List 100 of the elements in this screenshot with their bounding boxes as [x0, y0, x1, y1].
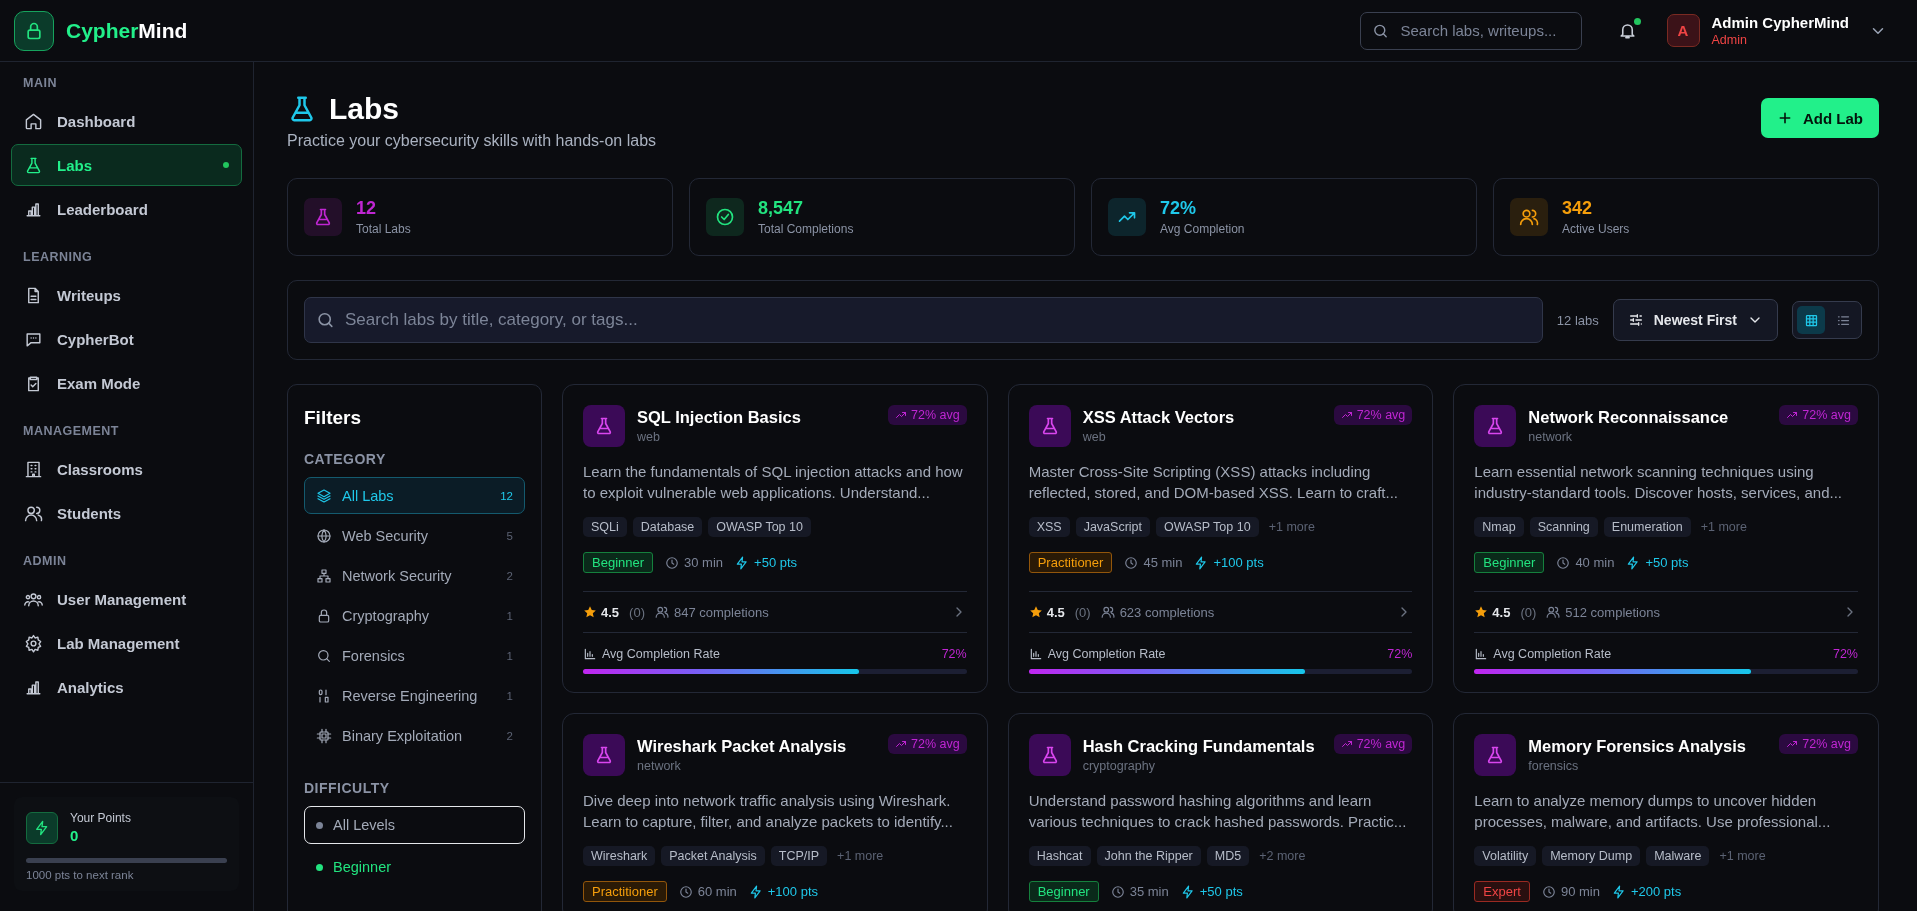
- sliders-icon: [1627, 312, 1644, 328]
- difficulty-badge: Beginner: [1028, 881, 1099, 902]
- sort-dropdown[interactable]: Newest First: [1612, 299, 1778, 341]
- category-count: 1: [506, 689, 513, 702]
- section-label: MAIN: [22, 76, 58, 90]
- lab-duration: 60 min: [697, 884, 737, 899]
- lab-tag: MD5: [1206, 846, 1250, 866]
- lab-tag: Database: [632, 517, 703, 537]
- building-icon: [24, 459, 43, 479]
- nav-item[interactable]: Classrooms: [11, 448, 242, 490]
- more-tags: +1 more: [1264, 520, 1319, 534]
- clock-icon: [1556, 555, 1571, 570]
- nav-item[interactable]: Dashboard: [11, 100, 242, 142]
- lab-category: web: [1082, 430, 1107, 444]
- category-filter[interactable]: Network Security 2: [304, 557, 525, 594]
- lab-title: SQL Injection Basics: [637, 408, 802, 427]
- clock-icon: [1110, 884, 1125, 899]
- search-icon: [316, 647, 332, 664]
- lab-card[interactable]: [1453, 713, 1879, 911]
- house-icon: [24, 111, 43, 131]
- category-filter[interactable]: Cryptography 1: [304, 597, 525, 634]
- search-field[interactable]: Search labs, writeups...: [1359, 11, 1582, 50]
- grid-icon: [1803, 312, 1819, 328]
- chip-icon: [316, 727, 332, 744]
- layers-icon: [316, 487, 332, 504]
- bar-chart-icon: [583, 647, 597, 661]
- lab-card[interactable]: [562, 713, 988, 911]
- lab-card[interactable]: [1007, 713, 1434, 911]
- filter-section-label: DIFFICULTY: [304, 780, 391, 796]
- clock-icon: [1541, 884, 1556, 899]
- nav-item[interactable]: Leaderboard: [11, 188, 242, 230]
- star-icon: [1028, 605, 1043, 619]
- lab-category: network: [1528, 430, 1574, 444]
- lab-tag: XSS: [1028, 517, 1070, 537]
- bolt-icon: [34, 819, 50, 836]
- nav-item[interactable]: Writeups: [11, 274, 242, 316]
- lab-card[interactable]: [1453, 384, 1879, 693]
- stat-label: Total Labs: [356, 222, 411, 236]
- lab-rating: 4.5: [1492, 604, 1511, 620]
- users-icon: [654, 605, 669, 619]
- lab-duration: 90 min: [1560, 884, 1600, 899]
- category-count: 2: [506, 729, 513, 742]
- filter-section-label: CATEGORY: [304, 451, 387, 467]
- nav-item[interactable]: Analytics: [11, 666, 242, 708]
- difficulty-filter[interactable]: Beginner: [304, 848, 525, 886]
- category-filter[interactable]: Reverse Engineering 1: [304, 677, 525, 714]
- page-title: Labs: [329, 92, 400, 126]
- lab-tag: Memory Dump: [1542, 846, 1641, 866]
- nav-item[interactable]: User Management: [11, 578, 242, 620]
- lab-points: +50 pts: [1645, 555, 1689, 570]
- nav-item[interactable]: Exam Mode: [11, 362, 242, 404]
- stat-label: Active Users: [1562, 222, 1630, 236]
- lab-card[interactable]: [562, 384, 988, 693]
- lab-points: +50 pts: [754, 555, 798, 570]
- lab-tag: Hashcat: [1028, 846, 1091, 866]
- trend-up-icon: [895, 738, 907, 750]
- difficulty-dot: [316, 821, 323, 829]
- filters-title: Filters: [304, 407, 363, 429]
- category-filter[interactable]: Web Security 5: [304, 517, 525, 554]
- lab-description: Understand password hashing algorithms and learn various techniques to crack hashed passwords. Practic...: [1028, 791, 1408, 832]
- page-subtitle: Practice your cybersecurity skills with hands-on labs: [287, 132, 657, 150]
- flask-icon: [313, 207, 333, 227]
- nav-item[interactable]: CypherBot: [11, 318, 242, 360]
- lab-tag: TCP/IP: [770, 846, 828, 866]
- lab-tag: Malware: [1646, 846, 1710, 866]
- bolt-icon: [1611, 884, 1626, 899]
- category-count: 2: [506, 569, 513, 582]
- completion-count: 623 completions: [1119, 604, 1215, 620]
- avg-badge: 72% avg: [1333, 405, 1413, 425]
- section-label: LEARNING: [22, 250, 94, 264]
- clock-icon: [678, 884, 693, 899]
- more-tags: +2 more: [1255, 849, 1310, 863]
- more-tags: +1 more: [833, 849, 888, 863]
- lab-search-field[interactable]: Search labs by title, category, or tags...: [304, 297, 1543, 343]
- binary-icon: [316, 687, 332, 704]
- more-tags: +1 more: [1715, 849, 1770, 863]
- lab-description: Learn to analyze memory dumps to uncover hidden processes, malware, and artifacts. Use professional...: [1474, 791, 1832, 832]
- section-label: MANAGEMENT: [22, 424, 120, 438]
- clock-icon: [665, 555, 680, 570]
- check-circle-icon: [715, 207, 735, 227]
- nav-item[interactable]: Labs: [11, 144, 242, 186]
- add-lab-button[interactable]: Add Lab: [1761, 98, 1879, 138]
- category-filter[interactable]: Forensics 1: [304, 637, 525, 674]
- bolt-icon: [1626, 555, 1641, 570]
- flask-icon: [24, 155, 43, 175]
- difficulty-filter[interactable]: All Levels: [304, 806, 525, 844]
- nav-item[interactable]: Students: [11, 492, 242, 534]
- user-avatar[interactable]: A: [1666, 14, 1700, 47]
- bar-chart-icon: [1474, 647, 1489, 661]
- nav-item[interactable]: Lab Management: [11, 622, 242, 664]
- category-filter[interactable]: All Labs 12: [304, 477, 525, 514]
- lab-title: Network Reconnaissance: [1528, 408, 1730, 427]
- category-filter[interactable]: Binary Exploitation 2: [304, 717, 525, 754]
- flask-icon: [594, 416, 614, 436]
- grid-view-button[interactable]: [1797, 306, 1825, 334]
- difficulty-badge: Practitioner: [1028, 552, 1113, 573]
- gear-icon: [24, 633, 43, 653]
- lab-points: +50 pts: [1199, 884, 1243, 899]
- progress-label: Avg Completion Rate: [1493, 647, 1612, 661]
- lab-card[interactable]: [1007, 384, 1434, 693]
